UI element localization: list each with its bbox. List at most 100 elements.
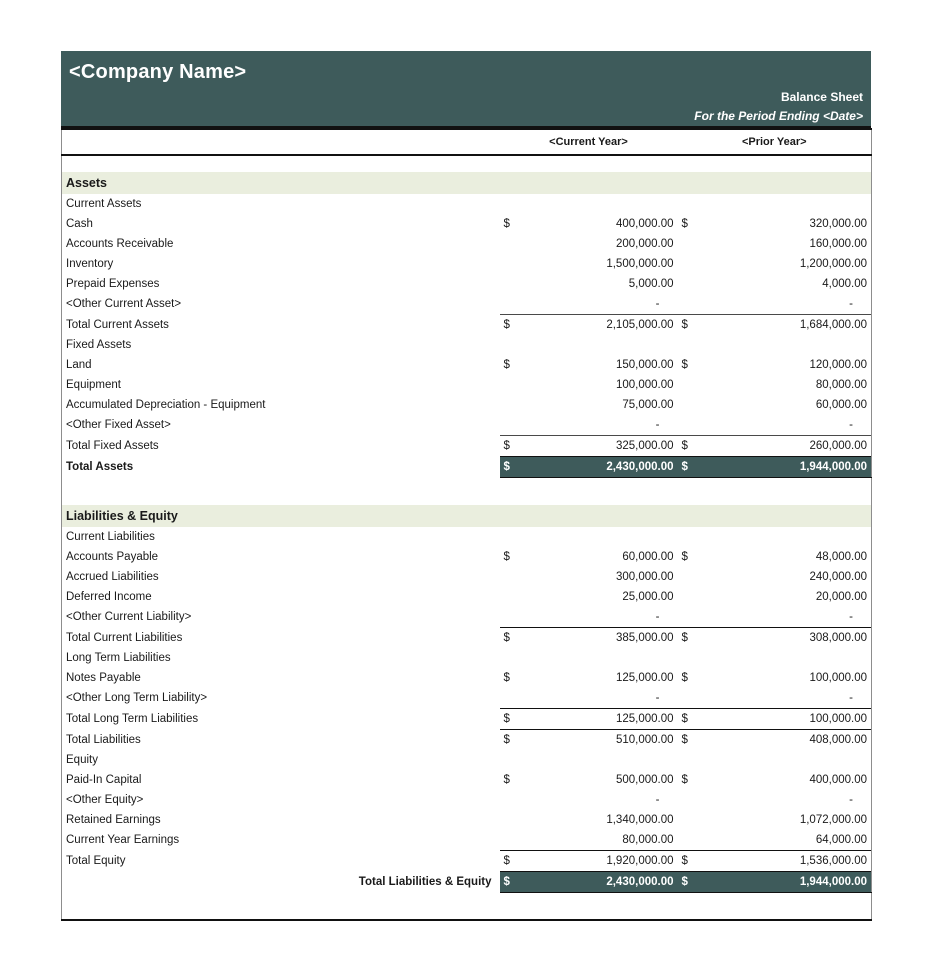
- group-header-row: Long Term Liabilities: [61, 648, 872, 668]
- column-header-current-year: <Current Year>: [499, 128, 678, 156]
- prior-year-amount: 64,000.00: [705, 830, 872, 851]
- empty-cell: [528, 648, 678, 668]
- subtotal-row: Total Current Liabilities $ 385,000.00 $…: [61, 627, 872, 648]
- empty-cell: [500, 527, 528, 547]
- spacer-cell: [678, 155, 706, 172]
- currency-symbol: $: [499, 314, 528, 335]
- current-year-amount: 75,000.00: [622, 399, 674, 411]
- currency-symbol: [500, 587, 528, 607]
- line-item-label: Land: [61, 355, 500, 375]
- subtotal-row: Total Long Term Liabilities $ 125,000.00…: [61, 708, 872, 730]
- currency-symbol: [678, 294, 706, 315]
- prior-year-amount: 1,536,000.00: [705, 850, 872, 872]
- document-bottom-frame: [61, 892, 872, 921]
- table-row: Accounts Payable $ 60,000.00 $ 48,000.00: [61, 547, 872, 567]
- currency-symbol: [678, 688, 706, 709]
- empty-cell: [678, 648, 706, 668]
- currency-symbol: [500, 234, 528, 254]
- currency-symbol: [678, 790, 706, 810]
- empty-cell: [678, 335, 706, 355]
- subtotal-label: Total Fixed Assets: [61, 435, 500, 457]
- prior-year-amount: 260,000.00: [705, 435, 872, 457]
- current-year-amount: 2,430,000.00: [527, 871, 678, 893]
- currency-symbol: [500, 607, 528, 628]
- spacer-cell: [500, 478, 528, 495]
- spacer-cell: [705, 477, 872, 494]
- table-row: Accounts Receivable 200,000.00 160,000.0…: [61, 234, 872, 254]
- currency-symbol: $: [503, 218, 510, 230]
- table-row: Paid-In Capital $ 500,000.00 $ 400,000.0…: [61, 770, 872, 790]
- table-row: Cash $ 400,000.00 $ 320,000.00: [61, 214, 872, 234]
- empty-cell: [678, 527, 706, 547]
- line-item-label: Inventory: [61, 254, 500, 274]
- currency-symbol: $: [503, 672, 510, 684]
- current-year-amount: 385,000.00: [527, 627, 678, 648]
- currency-symbol: [678, 567, 706, 587]
- current-year-amount: 500,000.00: [615, 774, 674, 786]
- prior-year-amount: 80,000.00: [705, 375, 872, 395]
- current-year-amount: 2,105,000.00: [527, 314, 678, 335]
- table-row: <Other Current Asset> - -: [61, 294, 872, 315]
- section-header-liabilities-equity: Liabilities & Equity: [61, 505, 872, 527]
- currency-symbol: $: [677, 850, 706, 872]
- current-year-amount: -: [655, 298, 660, 310]
- line-item-label: Accrued Liabilities: [61, 567, 500, 587]
- balance-sheet-table: <Current Year> <Prior Year> Assets Curre…: [61, 128, 872, 921]
- company-name: <Company Name>: [69, 61, 247, 83]
- currency-symbol: $: [503, 551, 510, 563]
- prior-year-amount: 1,200,000.00: [705, 254, 872, 274]
- prior-year-amount: 408,000.00: [705, 729, 872, 750]
- column-header-row: <Current Year> <Prior Year>: [61, 128, 872, 156]
- group-title: Fixed Assets: [61, 335, 500, 355]
- column-header-prior-year: <Prior Year>: [677, 128, 872, 156]
- spacer-row: [61, 494, 872, 505]
- prior-year-amount: 1,944,000.00: [705, 871, 872, 893]
- prior-year-amount: 320,000.00: [705, 214, 872, 234]
- spacer-cell: [677, 892, 706, 921]
- spacer-cell: [705, 892, 872, 921]
- subtotal-row-total-liabilities: Total Liabilities $ 510,000.00 $ 408,000…: [61, 729, 872, 750]
- table-row: <Other Long Term Liability> - -: [61, 688, 872, 709]
- currency-symbol: $: [503, 774, 510, 786]
- currency-symbol: $: [499, 871, 528, 893]
- currency-symbol: $: [677, 708, 706, 730]
- current-year-amount: -: [655, 419, 660, 431]
- spacer-cell: [61, 892, 500, 921]
- grand-total-label: Total Liabilities & Equity: [61, 871, 500, 893]
- currency-symbol: [500, 830, 528, 851]
- prior-year-amount: -: [705, 294, 872, 315]
- prior-year-amount: 60,000.00: [705, 395, 872, 415]
- subtotal-row: Total Current Assets $ 2,105,000.00 $ 1,…: [61, 314, 872, 335]
- prior-year-amount: 20,000.00: [705, 587, 872, 607]
- currency-symbol: $: [499, 850, 528, 872]
- spacer-row: [61, 155, 872, 172]
- line-item-label: <Other Fixed Asset>: [61, 415, 500, 436]
- table-row: Equipment 100,000.00 80,000.00: [61, 375, 872, 395]
- currency-symbol: [500, 294, 528, 315]
- document-header-band: <Company Name> Balance Sheet For the Per…: [61, 51, 871, 128]
- line-item-label: Paid-In Capital: [61, 770, 500, 790]
- currency-symbol: $: [677, 729, 706, 750]
- empty-cell: [678, 750, 706, 770]
- subtotal-row: Total Equity $ 1,920,000.00 $ 1,536,000.…: [61, 850, 872, 872]
- currency-symbol: $: [681, 672, 688, 684]
- empty-cell: [500, 194, 528, 214]
- prior-year-amount: 1,944,000.00: [705, 456, 872, 478]
- section-fill: [499, 505, 528, 527]
- current-year-amount: 1,500,000.00: [606, 258, 674, 270]
- table-row: Accumulated Depreciation - Equipment 75,…: [61, 395, 872, 415]
- document-period: For the Period Ending <Date>: [694, 109, 863, 123]
- spacer-row: [61, 477, 872, 495]
- group-header-row: Current Assets: [61, 194, 872, 214]
- line-item-label: <Other Equity>: [61, 790, 500, 810]
- current-year-amount: 400,000.00: [615, 218, 674, 230]
- group-header-row: Equity: [61, 750, 872, 770]
- spacer-cell: [500, 494, 528, 505]
- table-row: Prepaid Expenses 5,000.00 4,000.00: [61, 274, 872, 294]
- currency-symbol: $: [677, 456, 706, 478]
- section-fill: [527, 172, 678, 194]
- current-year-amount: -: [655, 692, 660, 704]
- currency-symbol: $: [677, 314, 706, 335]
- prior-year-amount: 400,000.00: [705, 770, 872, 790]
- empty-cell: [500, 648, 528, 668]
